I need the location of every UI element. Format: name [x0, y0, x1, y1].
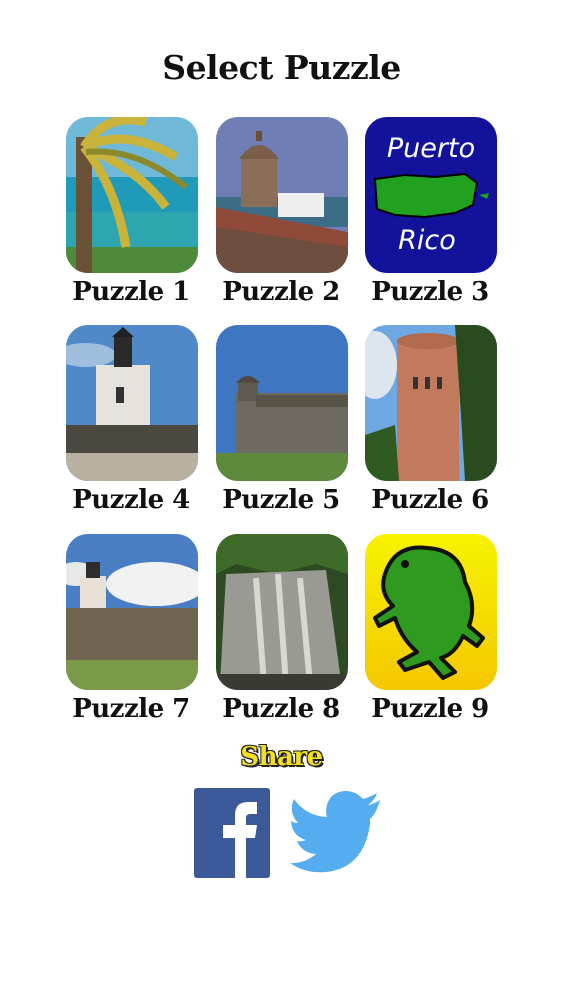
twitter-icon [290, 791, 380, 873]
tile-text-puerto: Puerto [387, 133, 475, 164]
puzzle-3-thumbnail[interactable]: Puerto Rico [365, 117, 497, 273]
lighthouse-fortress-image [66, 534, 198, 690]
stone-tower-image [365, 325, 497, 481]
facebook-share-button[interactable] [194, 788, 270, 878]
puzzle-9-thumbnail[interactable] [365, 534, 497, 690]
puzzle-2-label[interactable]: Puzzle 2 [206, 277, 356, 307]
puzzle-7-thumbnail[interactable] [66, 534, 198, 690]
twitter-share-button[interactable] [290, 786, 384, 876]
puzzle-4-thumbnail[interactable] [66, 325, 198, 481]
puzzle-6-thumbnail[interactable] [365, 325, 497, 481]
puzzle-5-label[interactable]: Puzzle 5 [206, 485, 356, 515]
puerto-rico-map-image: Puerto Rico [365, 117, 497, 273]
puzzle-4-label[interactable]: Puzzle 4 [56, 485, 206, 515]
puzzle-8-label[interactable]: Puzzle 8 [206, 694, 356, 724]
puzzle-8-thumbnail[interactable] [216, 534, 348, 690]
fort-wall-image [216, 325, 348, 481]
fortress-sentry-box-image [216, 117, 348, 273]
puzzle-9-label[interactable]: Puzzle 9 [355, 694, 505, 724]
puzzle-1-thumbnail[interactable] [66, 117, 198, 273]
puzzle-7-label[interactable]: Puzzle 7 [56, 694, 206, 724]
lighthouse-image [66, 325, 198, 481]
tile-text-rico: Rico [398, 225, 456, 256]
page-title: Select Puzzle [162, 48, 401, 87]
coqui-frog-image [365, 534, 497, 690]
puzzle-1-label[interactable]: Puzzle 1 [56, 277, 206, 307]
share-label: Share [240, 742, 323, 772]
puzzle-3-label[interactable]: Puzzle 3 [355, 277, 505, 307]
puzzle-6-label[interactable]: Puzzle 6 [355, 485, 505, 515]
waterfall-image [216, 534, 348, 690]
palm-beach-image [66, 117, 198, 273]
puzzle-5-thumbnail[interactable] [216, 325, 348, 481]
facebook-icon [223, 802, 257, 878]
puzzle-2-thumbnail[interactable] [216, 117, 348, 273]
